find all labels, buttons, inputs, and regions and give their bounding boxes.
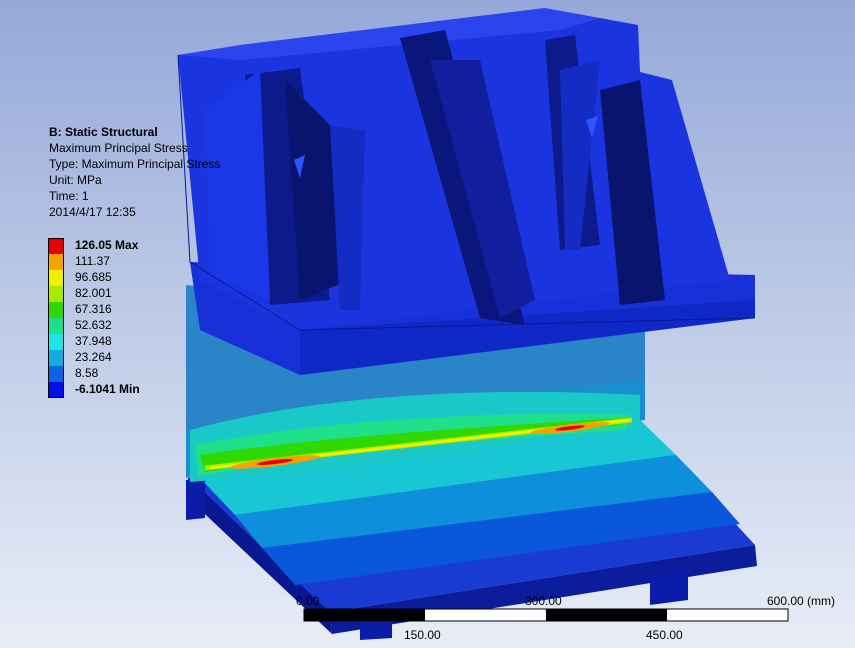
legend-label: 37.948 bbox=[75, 334, 112, 348]
top-frame bbox=[177, 8, 756, 375]
legend-swatch bbox=[48, 366, 64, 382]
legend-swatch bbox=[48, 334, 64, 350]
support-leg bbox=[650, 570, 688, 605]
legend-swatch bbox=[48, 302, 64, 318]
legend-label: 111.37 bbox=[75, 254, 110, 268]
legend-row: -6.1041 Min bbox=[48, 382, 188, 398]
scale-label-0: 0.00 bbox=[296, 594, 320, 608]
result-unit: Unit: MPa bbox=[49, 173, 102, 187]
legend-label: 8.58 bbox=[75, 366, 99, 380]
scale-label-600: 600.00 (mm) bbox=[767, 594, 836, 608]
legend-swatch bbox=[48, 382, 64, 398]
legend-label: 23.264 bbox=[75, 350, 112, 364]
legend-row: 8.58 bbox=[48, 366, 188, 382]
result-type: Type: Maximum Principal Stress bbox=[49, 157, 221, 171]
legend-row: 82.001 bbox=[48, 286, 188, 302]
legend-row: 37.948 bbox=[48, 334, 188, 350]
result-info: B: Static Structural Maximum Principal S… bbox=[49, 124, 220, 220]
support-leg bbox=[186, 478, 205, 520]
scale-label-450: 450.00 bbox=[646, 628, 683, 642]
result-date: 2014/4/17 12:35 bbox=[49, 205, 136, 219]
legend-swatch bbox=[48, 350, 64, 366]
legend-row: 52.632 bbox=[48, 318, 188, 334]
legend-label: 67.316 bbox=[75, 302, 112, 316]
scale-bar bbox=[303, 608, 789, 622]
legend-swatch bbox=[48, 238, 64, 254]
legend-label: 82.001 bbox=[75, 286, 112, 300]
analysis-title: B: Static Structural bbox=[49, 125, 158, 139]
legend-swatch bbox=[48, 270, 64, 286]
scale-label-150: 150.00 bbox=[404, 628, 441, 642]
legend-row: 96.685 bbox=[48, 270, 188, 286]
legend-row: 67.316 bbox=[48, 302, 188, 318]
scale-label-300: 300.00 bbox=[525, 594, 562, 608]
legend-swatch bbox=[48, 254, 64, 270]
legend-row: 23.264 bbox=[48, 350, 188, 366]
result-time: Time: 1 bbox=[49, 189, 89, 203]
legend-label: 96.685 bbox=[75, 270, 112, 284]
legend-label: -6.1041 Min bbox=[75, 382, 140, 396]
legend-swatch bbox=[48, 318, 64, 334]
legend-label: 52.632 bbox=[75, 318, 112, 332]
legend-row: 111.37 bbox=[48, 254, 188, 270]
legend-swatch bbox=[48, 286, 64, 302]
legend-label: 126.05 Max bbox=[75, 238, 139, 252]
legend-row: 126.05 Max bbox=[48, 238, 188, 254]
result-name: Maximum Principal Stress bbox=[49, 141, 188, 155]
